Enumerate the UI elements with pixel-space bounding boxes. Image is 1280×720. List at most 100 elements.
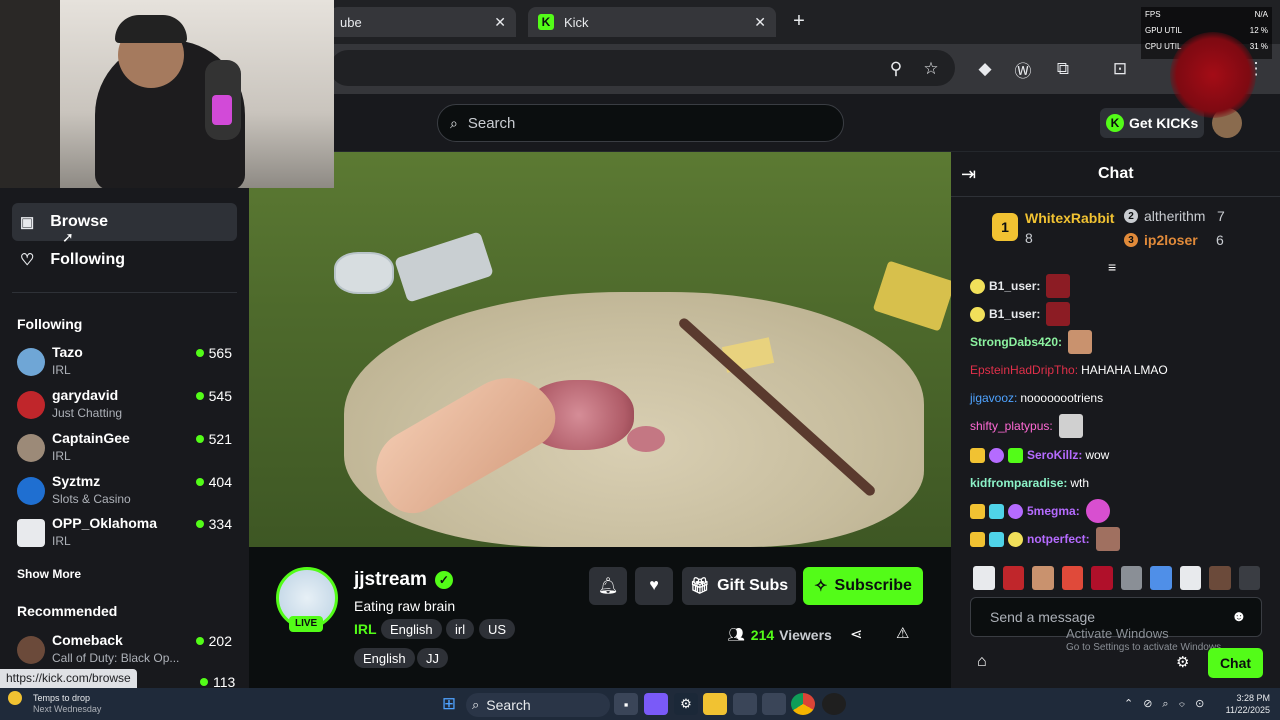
chat-settings-gear-icon[interactable]: ⚙ <box>1176 653 1189 671</box>
emote-icon[interactable] <box>1179 566 1201 590</box>
sidebar-nav-following[interactable]: ♡ Following <box>12 241 237 279</box>
file-explorer-icon[interactable] <box>703 693 727 715</box>
send-chat-button[interactable]: Chat <box>1208 648 1263 678</box>
extension-diamond-icon[interactable]: ◆ <box>973 57 997 81</box>
chat-message: StrongDabs420: <box>970 330 1093 354</box>
kick-coin-icon: K <box>1106 114 1124 132</box>
chat-username[interactable]: shifty_platypus: <box>970 419 1053 433</box>
task-view-icon[interactable]: ▪ <box>614 693 638 715</box>
video-player[interactable] <box>249 152 951 547</box>
copilot-icon[interactable] <box>644 693 668 715</box>
obs-icon[interactable] <box>822 693 846 715</box>
emote-icon[interactable] <box>1238 566 1260 590</box>
emote-icon[interactable] <box>1091 566 1113 590</box>
app-icon[interactable] <box>733 693 757 715</box>
taskbar-search-box[interactable]: ⌕ Search <box>466 693 610 717</box>
show-more-link[interactable]: Show More <box>17 567 81 581</box>
yellow-package <box>872 260 951 332</box>
leaderboard-name[interactable]: ip2loser <box>1144 232 1198 248</box>
report-warning-icon[interactable]: ⚠ <box>896 624 909 642</box>
store-icon[interactable]: ⌂ <box>977 653 987 671</box>
chat-username[interactable]: 5megma: <box>1027 504 1080 518</box>
viewers-label: Viewers <box>779 626 832 643</box>
emote-icon[interactable] <box>1002 566 1024 590</box>
emote-icon[interactable] <box>1209 566 1231 590</box>
system-tray-icons[interactable]: ⌃⊘⌕⌔⊙ <box>1124 697 1214 711</box>
viewer-count: 202 <box>195 633 232 649</box>
follow-heart-button[interactable]: ♥ <box>635 567 673 605</box>
chat-username[interactable]: notperfect: <box>1027 532 1090 546</box>
followed-channel[interactable]: garydavid Just Chatting 545 <box>17 387 232 427</box>
stream-tag[interactable]: irl <box>446 619 475 639</box>
notification-bell-button[interactable]: 🔔︎ <box>589 567 627 605</box>
emote-icon[interactable] <box>973 566 995 590</box>
chrome-icon[interactable] <box>791 693 815 715</box>
close-tab-icon[interactable]: ✕ <box>754 14 766 31</box>
stream-tag[interactable]: US <box>479 619 516 639</box>
get-kicks-button[interactable]: K Get KICKs <box>1100 108 1204 138</box>
chat-username[interactable]: B1_user: <box>989 279 1040 293</box>
emote-icon[interactable] <box>1150 566 1172 590</box>
fps-value: N/A <box>1254 10 1268 19</box>
emote-icon[interactable] <box>1061 566 1083 590</box>
zoom-icon[interactable]: ⚲ <box>884 57 908 81</box>
stream-tag[interactable]: English <box>354 648 415 668</box>
leaderboard-name[interactable]: altherithm <box>1144 208 1205 224</box>
followed-channel[interactable]: Syztmz Slots & Casino 404 <box>17 473 232 513</box>
followed-channel[interactable]: CaptainGee IRL 521 <box>17 430 232 470</box>
search-icon: ⌕ <box>472 697 480 712</box>
badge-icon <box>989 503 1004 519</box>
windows-start-icon[interactable]: ⊞ <box>437 693 461 715</box>
extension-w-icon[interactable]: Ⓦ <box>1011 57 1035 81</box>
new-tab-button[interactable]: + <box>786 8 812 34</box>
chat-username[interactable]: jigavooz: <box>970 391 1017 405</box>
leaderboard-name[interactable]: WhitexRabbit <box>1025 210 1114 226</box>
stream-tag[interactable]: English <box>381 619 442 639</box>
close-tab-icon[interactable]: ✕ <box>494 14 506 31</box>
expand-leaderboard-icon[interactable]: ≡ <box>1108 259 1116 275</box>
followed-channel[interactable]: Tazo IRL 565 <box>17 344 232 384</box>
bookmark-star-icon[interactable]: ☆ <box>919 57 943 81</box>
chat-username[interactable]: StrongDabs420: <box>970 335 1062 349</box>
recommended-channel[interactable]: Comeback Call of Duty: Black Op... 202 <box>17 632 232 672</box>
heart-icon: ♡ <box>20 252 35 269</box>
browser-tab[interactable]: ube ✕ <box>330 7 516 37</box>
emote-icon[interactable] <box>1032 566 1054 590</box>
chat-username[interactable]: SeroKillz: <box>1027 448 1082 462</box>
emote-icon[interactable] <box>1120 566 1142 590</box>
channel-name[interactable]: jjstream <box>354 569 427 591</box>
chat-message: SeroKillz: wow <box>970 443 1109 467</box>
fps-label: FPS <box>1145 10 1161 19</box>
stream-tag[interactable]: JJ <box>417 648 448 668</box>
emoji-picker-icon[interactable]: ☻ <box>1231 608 1247 625</box>
extensions-puzzle-icon[interactable]: ⧉ <box>1051 57 1075 81</box>
gift-subs-button[interactable]: 🎁︎ Gift Subs <box>682 567 796 605</box>
url-field[interactable] <box>330 50 955 86</box>
chat-username[interactable]: B1_user: <box>989 307 1040 321</box>
subscribe-button[interactable]: ✧ Subscribe <box>803 567 923 605</box>
stream-category-link[interactable]: IRL <box>354 621 377 637</box>
chat-title: Chat <box>1098 165 1134 182</box>
viewer-count-value: 404 <box>208 474 232 490</box>
app-icon[interactable] <box>762 693 786 715</box>
followed-channel[interactable]: OPP_Oklahoma IRL 334 <box>17 515 232 555</box>
chat-username[interactable]: kidfromparadise: <box>970 476 1067 490</box>
weather-line1[interactable]: Temps to drop <box>33 693 90 703</box>
screen-search-icon[interactable]: ⊡ <box>1108 57 1132 81</box>
crown-badge-icon <box>970 447 985 463</box>
collapse-chat-icon[interactable]: ⇥ <box>961 164 976 185</box>
steam-icon[interactable]: ⚙ <box>674 693 698 715</box>
share-icon[interactable]: ⋖ <box>850 625 863 643</box>
taskbar-date[interactable]: 11/22/2025 <box>1220 705 1270 715</box>
tab-title: Kick <box>564 14 589 30</box>
weather-line2[interactable]: Next Wednesday <box>33 704 101 714</box>
search-input[interactable]: ⌕ Search <box>437 104 844 142</box>
get-kicks-label: Get KICKs <box>1129 115 1199 131</box>
browser-tab-active[interactable]: K Kick ✕ <box>528 7 776 37</box>
chat-username[interactable]: EpsteinHadDripTho: <box>970 363 1078 377</box>
viewer-count-value: 334 <box>208 516 232 532</box>
viewer-count-value: 214 <box>750 626 775 643</box>
sidebar-nav-browse[interactable]: ▣ Browse <box>12 203 237 241</box>
chat-text: wow <box>1085 448 1110 462</box>
taskbar-time[interactable]: 3:28 PM <box>1228 693 1270 703</box>
